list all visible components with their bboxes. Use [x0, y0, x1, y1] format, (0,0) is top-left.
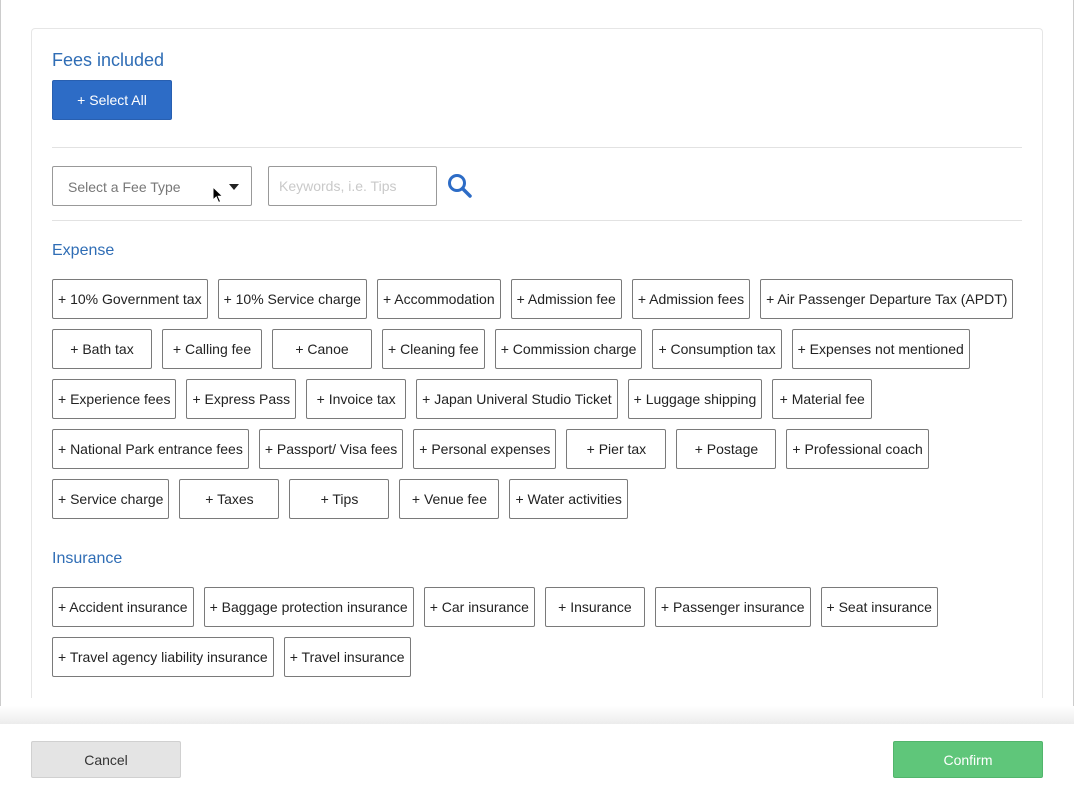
- fee-chip[interactable]: + Cleaning fee: [382, 329, 485, 369]
- search-icon[interactable]: [446, 172, 474, 200]
- fee-chip[interactable]: + Commission charge: [494, 329, 643, 369]
- fee-chip[interactable]: + Service charge: [52, 479, 170, 519]
- fee-chip[interactable]: + Travel agency liability insurance: [52, 637, 274, 677]
- divider: [52, 220, 1022, 221]
- fee-chip[interactable]: + Material fee: [772, 379, 873, 419]
- fee-chip[interactable]: + Calling fee: [162, 329, 262, 369]
- section-title-insurance: Insurance: [52, 550, 123, 567]
- fee-chip[interactable]: + Taxes: [179, 479, 280, 519]
- fee-chip[interactable]: + Tips: [289, 479, 390, 519]
- cancel-button[interactable]: Cancel: [31, 741, 181, 778]
- fee-chip[interactable]: + Seat insurance: [820, 587, 938, 627]
- fee-chip[interactable]: + Accident insurance: [52, 587, 194, 627]
- fee-chip[interactable]: + Venue fee: [399, 479, 500, 519]
- modal-footer: Cancel Confirm: [0, 724, 1074, 792]
- fee-chip[interactable]: + Travel insurance: [283, 637, 411, 677]
- fee-chip[interactable]: + Invoice tax: [306, 379, 407, 419]
- fee-chip[interactable]: + Personal expenses: [413, 429, 557, 469]
- fee-chip[interactable]: + Consumption tax: [652, 329, 782, 369]
- fee-chip[interactable]: + Accommodation: [376, 279, 501, 319]
- expense-chip-list: + 10% Government tax + 10% Service charge…: [52, 279, 1032, 519]
- fee-chip[interactable]: + Baggage protection insurance: [203, 587, 414, 627]
- confirm-button[interactable]: Confirm: [893, 741, 1043, 778]
- fee-chip[interactable]: + Express Pass: [186, 379, 297, 419]
- mouse-pointer-icon: [212, 186, 224, 204]
- fees-included-panel: Fees included + Select All Select a Fee …: [31, 28, 1043, 698]
- divider: [52, 147, 1022, 148]
- keyword-search-input[interactable]: [268, 166, 437, 206]
- fee-chip[interactable]: + Canoe: [272, 329, 372, 369]
- select-all-button[interactable]: + Select All: [52, 80, 172, 120]
- fee-chip[interactable]: + Professional coach: [786, 429, 929, 469]
- caret-down-icon: [229, 184, 239, 190]
- fee-chip[interactable]: + Admission fees: [631, 279, 751, 319]
- fee-chip[interactable]: + Insurance: [544, 587, 645, 627]
- fee-chip[interactable]: + Pier tax: [566, 429, 667, 469]
- fee-type-placeholder: Select a Fee Type: [68, 179, 181, 195]
- fee-chip[interactable]: + Postage: [676, 429, 777, 469]
- fee-chip[interactable]: + Air Passenger Departure Tax (APDT): [760, 279, 1014, 319]
- fee-chip[interactable]: + Passport/ Visa fees: [258, 429, 404, 469]
- fee-chip[interactable]: + Bath tax: [52, 329, 152, 369]
- fee-chip[interactable]: + Expenses not mentioned: [791, 329, 970, 369]
- fee-chip[interactable]: + Admission fee: [510, 279, 622, 319]
- insurance-chip-list: + Accident insurance + Baggage protection…: [52, 587, 1032, 677]
- fee-chip[interactable]: + 10% Government tax: [52, 279, 208, 319]
- fee-chip[interactable]: + National Park entrance fees: [52, 429, 249, 469]
- fee-chip[interactable]: + Luggage shipping: [627, 379, 763, 419]
- footer-shadow: [0, 706, 1074, 724]
- fee-chip[interactable]: + Passenger insurance: [654, 587, 811, 627]
- modal-left-edge: [0, 0, 1, 792]
- section-title-expense: Expense: [52, 242, 115, 259]
- fee-chip[interactable]: + Experience fees: [52, 379, 177, 419]
- fee-chip[interactable]: + Water activities: [509, 479, 628, 519]
- panel-title: Fees included: [52, 50, 165, 70]
- fee-chip[interactable]: + 10% Service charge: [217, 279, 367, 319]
- fee-chip[interactable]: + Car insurance: [423, 587, 535, 627]
- fee-chip[interactable]: + Japan Univeral Studio Ticket: [416, 379, 618, 419]
